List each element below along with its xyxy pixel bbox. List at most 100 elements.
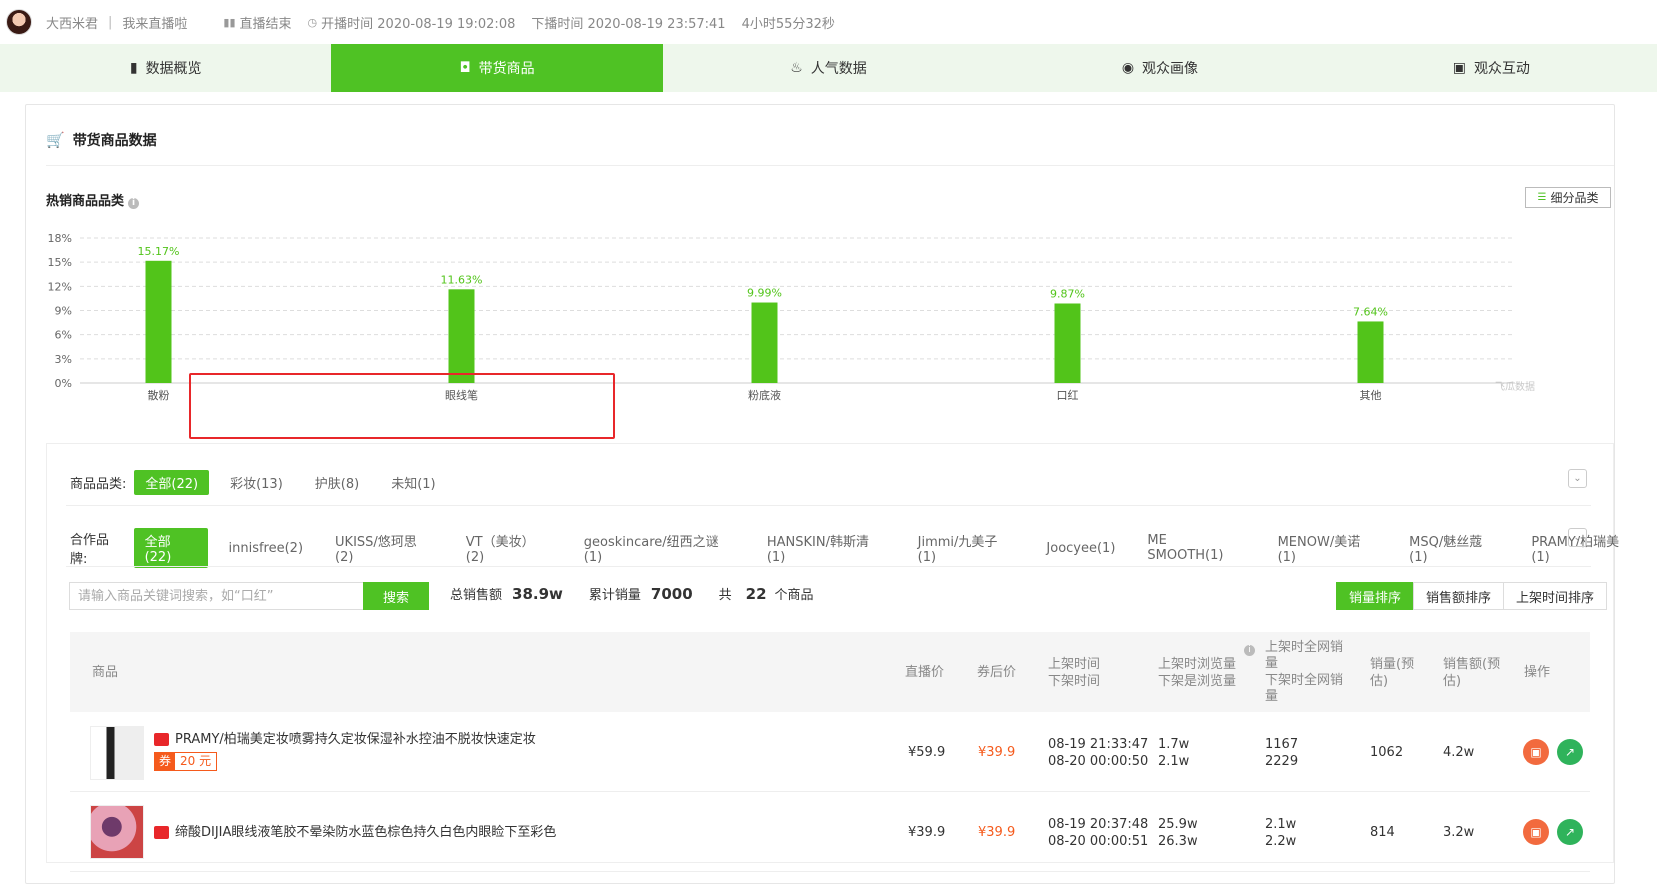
bar-value-label: 15.17% (138, 245, 180, 258)
bar[interactable] (1357, 321, 1384, 383)
total-sales-value: 38.9w (512, 584, 563, 603)
avatar[interactable] (6, 9, 32, 35)
col-net-off-2: 量 (1265, 689, 1279, 704)
chevron-down-icon[interactable]: ⌄ (1568, 469, 1587, 488)
amount: 3.2w (1443, 825, 1475, 840)
chip-brand[interactable]: Joocyee(1) (1035, 538, 1126, 559)
table-header: 商品 直播价 券后价 上架时间 下架时间 上架时浏览量 下架是浏览量 i 上架时… (70, 632, 1590, 712)
signal-icon: ▮▮ (223, 15, 236, 29)
col-time-off: 下架时间 (1048, 674, 1101, 689)
table-row[interactable]: PRAMY/柏瑞美定妆喷雾持久定妆保湿补水控油不脱妆快速定妆 券 20 元 ¥59… (70, 712, 1590, 792)
summary-stats: 总销售额 38.9w 累计销量 7000 共 22 个商品 (450, 584, 814, 604)
chip-brand[interactable]: innisfree(2) (218, 538, 315, 559)
chip-brand[interactable]: HANSKIN/韩斯清(1) (756, 528, 897, 568)
shopping-bag-icon: ◘ (459, 60, 471, 76)
col-live-price: 直播价 (905, 665, 945, 680)
chip-category-all[interactable]: 全部(22) (134, 470, 210, 495)
bar[interactable] (448, 289, 475, 383)
after-coupon-price: ¥39.9 (978, 825, 1016, 840)
bar-value-label: 7.64% (1353, 305, 1388, 318)
x-tick-label: 粉底液 (748, 388, 781, 402)
sort-by-time[interactable]: 上架时间排序 (1503, 582, 1608, 610)
views-off: 2.1w (1158, 754, 1190, 769)
store-icon[interactable]: ▣ (1523, 739, 1549, 765)
product-info: PRAMY/柏瑞美定妆喷雾持久定妆保湿补水控油不脱妆快速定妆 券 20 元 (154, 731, 874, 771)
chip-brand[interactable]: 全部(22) (133, 528, 208, 568)
subcategory-button[interactable]: ☰ 细分品类 (1525, 187, 1611, 208)
bar[interactable] (1054, 303, 1081, 383)
sort-by-amount[interactable]: 销售额排序 (1413, 582, 1505, 610)
qty: 814 (1370, 825, 1395, 840)
divider (66, 566, 1591, 567)
bar[interactable] (751, 302, 778, 383)
chip-brand[interactable]: MENOW/美诺(1) (1267, 528, 1389, 568)
product-name[interactable]: PRAMY/柏瑞美定妆喷雾持久定妆保湿补水控油不脱妆快速定妆 (175, 732, 536, 747)
tab-products[interactable]: ◘ 带货商品 (331, 44, 663, 92)
product-thumbnail[interactable] (90, 805, 144, 859)
col-net-off: 下架时全网销 (1265, 673, 1344, 688)
net-off: 2.2w (1265, 834, 1297, 849)
tab-audience-portrait[interactable]: ◉ 观众画像 (994, 44, 1325, 92)
chip-category-skincare[interactable]: 护肤(8) (304, 470, 370, 495)
col-after-coupon: 券后价 (977, 665, 1017, 680)
tab-popularity[interactable]: ♨ 人气数据 (663, 44, 994, 92)
live-info-bar: 大西米君 | 我来直播啦 ▮▮ 直播结束 ◷ 开播时间 2020-08-19 1… (0, 0, 1657, 44)
chip-brand[interactable]: MSQ/魅丝蔻(1) (1398, 528, 1510, 568)
product-name[interactable]: 缔酸DIJIA眼线液笔胶不晕染防水蓝色棕色持久白色内眼睑下至彩色 (175, 825, 556, 840)
chip-category-makeup[interactable]: 彩妆(13) (219, 470, 294, 495)
start-time: 开播时间 2020-08-19 19:02:08 (321, 16, 516, 32)
tab-label: 带货商品 (478, 61, 535, 77)
net-on: 1167 (1265, 737, 1299, 752)
category-filter-label: 商品品类: (70, 477, 127, 492)
info-icon[interactable]: i (1240, 640, 1255, 657)
coupon-tag: 券 (155, 753, 176, 770)
views-on: 1.7w (1158, 737, 1190, 752)
bar-chart-icon: ▮ (129, 60, 138, 76)
views-on: 25.9w (1158, 817, 1198, 832)
col-qty-2: 估) (1370, 674, 1389, 689)
info-icon[interactable]: i (128, 198, 140, 209)
product-info: 缔酸DIJIA眼线液笔胶不晕染防水蓝色棕色持久白色内眼睑下至彩色 (154, 824, 874, 841)
col-amount: 销售额(预 (1443, 657, 1501, 672)
sort-by-quantity[interactable]: 销量排序 (1336, 582, 1415, 610)
divider (46, 165, 1614, 166)
table-row[interactable]: 缔酸DIJIA眼线液笔胶不晕染防水蓝色棕色持久白色内眼睑下至彩色 ¥39.9 ¥… (70, 792, 1590, 872)
search-button[interactable]: 搜索 (363, 582, 429, 610)
streamer-name[interactable]: 大西米君 (46, 13, 98, 32)
bar[interactable] (145, 260, 172, 383)
store-icon[interactable]: ▣ (1523, 819, 1549, 845)
trend-icon[interactable]: ↗ (1557, 739, 1583, 765)
col-net-on: 上架时全网销 (1265, 640, 1344, 655)
y-tick-label: 15% (48, 256, 72, 269)
tab-audience-interaction[interactable]: ▣ 观众互动 (1326, 44, 1657, 92)
time-off: 08-20 00:00:50 (1048, 754, 1149, 769)
trend-icon[interactable]: ↗ (1557, 819, 1583, 845)
chip-category-unknown[interactable]: 未知(1) (380, 470, 446, 495)
chip-brand[interactable]: UKISS/悠珂思(2) (324, 528, 445, 568)
y-tick-label: 18% (48, 232, 72, 245)
time-off: 08-20 00:00:51 (1048, 834, 1149, 849)
y-tick-label: 3% (55, 353, 72, 366)
x-tick-label: 口红 (1057, 389, 1079, 402)
tab-label: 数据概览 (145, 61, 202, 77)
hot-category-title-text: 热销商品品类 (46, 194, 125, 209)
chip-brand[interactable]: VT（美妆）(2) (455, 528, 563, 568)
brand-filter: 合作品牌: 全部(22) innisfree(2) UKISS/悠珂思(2) V… (70, 528, 1657, 568)
views-off: 26.3w (1158, 834, 1198, 849)
chip-brand[interactable]: Jimmi/九美子(1) (907, 528, 1026, 568)
chip-brand[interactable]: geoskincare/纽西之谜(1) (573, 528, 746, 568)
time-on: 08-19 21:33:47 (1048, 737, 1149, 752)
subcategory-button-label: 细分品类 (1550, 191, 1599, 205)
duration: 4小时55分32秒 (741, 16, 835, 32)
search-input[interactable] (69, 582, 364, 610)
coupon-value: 20 元 (180, 754, 212, 768)
chip-brand[interactable]: ME SMOOTH(1) (1136, 530, 1256, 566)
watermark: 飞瓜数据 (1495, 382, 1535, 393)
tab-bar: ▮ 数据概览 ◘ 带货商品 ♨ 人气数据 ◉ 观众画像 ▣ 观众互动 (0, 44, 1657, 92)
y-tick-label: 0% (55, 377, 72, 390)
y-tick-label: 9% (55, 305, 72, 318)
tab-overview[interactable]: ▮ 数据概览 (0, 44, 331, 92)
chevron-down-icon[interactable]: ⌄ (1568, 528, 1587, 547)
product-thumbnail[interactable] (90, 726, 144, 780)
time-on: 08-19 20:37:48 (1048, 817, 1149, 832)
